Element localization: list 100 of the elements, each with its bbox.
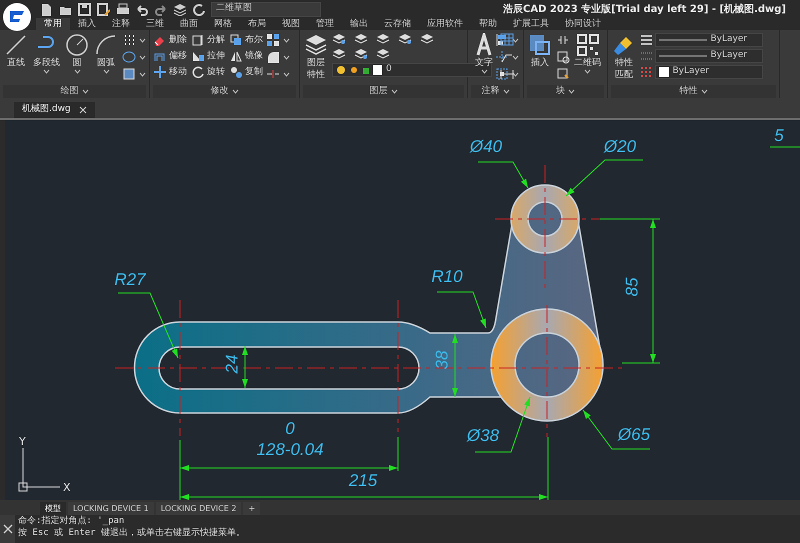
ribbon-tab[interactable]: 云存储: [376, 18, 419, 30]
rotate-icon[interactable]: [191, 65, 205, 79]
block-edit-icon[interactable]: [556, 33, 570, 47]
refresh-icon[interactable]: [192, 2, 205, 16]
ribbon-tab[interactable]: 曲面: [172, 18, 206, 30]
logo-icon[interactable]: [2, 2, 32, 32]
print-icon[interactable]: [116, 2, 129, 16]
scale-icon[interactable]: [495, 67, 509, 81]
layer-lock-icon[interactable]: [376, 33, 390, 45]
layer-properties-icon[interactable]: [304, 33, 328, 57]
chevron-icon[interactable]: [282, 38, 290, 42]
close-icon[interactable]: [2, 524, 12, 534]
close-icon[interactable]: [78, 106, 87, 114]
table-icon[interactable]: [500, 33, 514, 47]
ribbon-tab[interactable]: 视图: [274, 18, 308, 30]
chevron-icon[interactable]: [480, 69, 488, 74]
mirror-icon[interactable]: [229, 49, 243, 63]
layout-tab[interactable]: 模型: [40, 502, 66, 515]
layer-isolate-icon[interactable]: [420, 33, 434, 45]
ribbon-tool-button[interactable]: 镜像: [229, 49, 263, 63]
ribbon-tab[interactable]: 应用软件: [419, 18, 471, 30]
lineweight-dropdown[interactable]: ByLayer: [654, 49, 762, 63]
ribbon-tool-button[interactable]: 拉伸: [191, 49, 225, 63]
ribbon-tool-button[interactable]: 圆: [64, 33, 90, 74]
chevron-icon[interactable]: [390, 89, 398, 94]
circle-icon[interactable]: [65, 33, 89, 57]
chevron-icon[interactable]: [282, 54, 290, 60]
layer-freeze-icon[interactable]: [354, 33, 368, 45]
arc-icon[interactable]: [94, 33, 118, 57]
layout-tab[interactable]: LOCKING DEVICE 2: [156, 502, 242, 515]
save-icon[interactable]: [78, 2, 91, 16]
chevron-icon[interactable]: [700, 89, 708, 94]
document-tab[interactable]: 机械图.dwg: [14, 102, 95, 118]
layer-match-icon[interactable]: [398, 33, 412, 45]
linear-dimension-icon[interactable]: [500, 67, 514, 81]
boolean-icon[interactable]: [229, 33, 243, 47]
ribbon-tool-button[interactable]: 旋转: [191, 65, 225, 79]
block-attribute-icon[interactable]: [556, 67, 570, 81]
array-icon[interactable]: [266, 33, 280, 47]
extend-icon[interactable]: [495, 50, 509, 64]
color-dropdown[interactable]: ByLayer: [654, 65, 762, 79]
ribbon-tool-button[interactable]: 特性匹配: [611, 33, 637, 81]
chevron-icon[interactable]: [82, 89, 88, 94]
workspace-dropdown[interactable]: 二维草图: [211, 2, 321, 16]
qr-code-icon[interactable]: [576, 33, 600, 57]
undo-icon[interactable]: [135, 2, 148, 16]
ribbon-tool-button[interactable]: 二维码: [573, 33, 602, 74]
layout-tab[interactable]: +: [243, 502, 260, 515]
copy-icon[interactable]: [229, 65, 243, 79]
chevron-icon[interactable]: [43, 69, 50, 74]
save-as-icon[interactable]: [97, 2, 110, 16]
chevron-icon[interactable]: [584, 69, 591, 74]
ribbon-tool-button[interactable]: 复制: [229, 65, 263, 79]
ellipse-icon[interactable]: [122, 50, 136, 64]
ribbon-tool-button[interactable]: 多段线: [32, 33, 61, 74]
chevron-icon[interactable]: [502, 89, 510, 94]
grid-points-icon[interactable]: [122, 33, 136, 47]
ribbon-tool-button[interactable]: 删除: [153, 33, 187, 47]
block-define-icon[interactable]: [556, 50, 570, 64]
linetype-dropdown[interactable]: ByLayer: [654, 33, 762, 47]
chevron-icon[interactable]: [138, 54, 146, 60]
layout-tab[interactable]: LOCKING DEVICE 1: [68, 502, 154, 515]
layer-on-icon[interactable]: [332, 33, 346, 45]
chevron-icon[interactable]: [74, 69, 80, 74]
ribbon-tool-button[interactable]: 分解: [191, 33, 225, 47]
chevron-icon[interactable]: [282, 72, 290, 76]
chevron-icon[interactable]: [138, 38, 146, 42]
fillet-icon[interactable]: [266, 50, 280, 64]
new-file-icon[interactable]: [40, 2, 53, 16]
chevron-icon[interactable]: [512, 72, 518, 76]
layers-icon[interactable]: [173, 2, 186, 16]
layer-walk-icon[interactable]: [332, 48, 346, 60]
ribbon-tab[interactable]: 管理: [308, 18, 342, 30]
explode-icon[interactable]: [191, 33, 205, 47]
ribbon-tool-button[interactable]: 插入: [527, 33, 553, 69]
move-icon[interactable]: [153, 65, 167, 79]
redo-icon[interactable]: [154, 2, 167, 16]
ribbon-tab[interactable]: 帮助: [471, 18, 505, 30]
ribbon-tab[interactable]: 三维: [138, 18, 172, 30]
ribbon-tab[interactable]: 扩展工具: [505, 18, 557, 30]
ribbon-tab[interactable]: 输出: [342, 18, 376, 30]
chevron-icon[interactable]: [568, 89, 575, 94]
ribbon-tab[interactable]: 布局: [240, 18, 274, 30]
line-icon[interactable]: [4, 33, 28, 57]
ribbon-tool-button[interactable]: 移动: [153, 65, 187, 79]
ribbon-tab[interactable]: 注释: [104, 18, 138, 30]
ribbon-tab[interactable]: 协同设计: [557, 18, 609, 30]
chevron-icon[interactable]: [232, 89, 238, 94]
ribbon-tab[interactable]: 插入: [70, 18, 104, 30]
insert-block-icon[interactable]: [528, 33, 552, 57]
ribbon-tool-button[interactable]: 偏移: [153, 49, 187, 63]
chevron-icon[interactable]: [102, 69, 110, 74]
ribbon-tool-button[interactable]: 直线: [3, 33, 29, 69]
align-icon[interactable]: [495, 33, 509, 47]
ribbon-tab[interactable]: 网格: [206, 18, 240, 30]
ribbon-tab[interactable]: 常用: [36, 18, 70, 30]
ribbon-tool-button[interactable]: 图层特性: [303, 33, 329, 81]
break-icon[interactable]: [266, 67, 280, 81]
layer-unlock-icon[interactable]: [354, 48, 368, 60]
layer-merge-icon[interactable]: [376, 48, 390, 60]
